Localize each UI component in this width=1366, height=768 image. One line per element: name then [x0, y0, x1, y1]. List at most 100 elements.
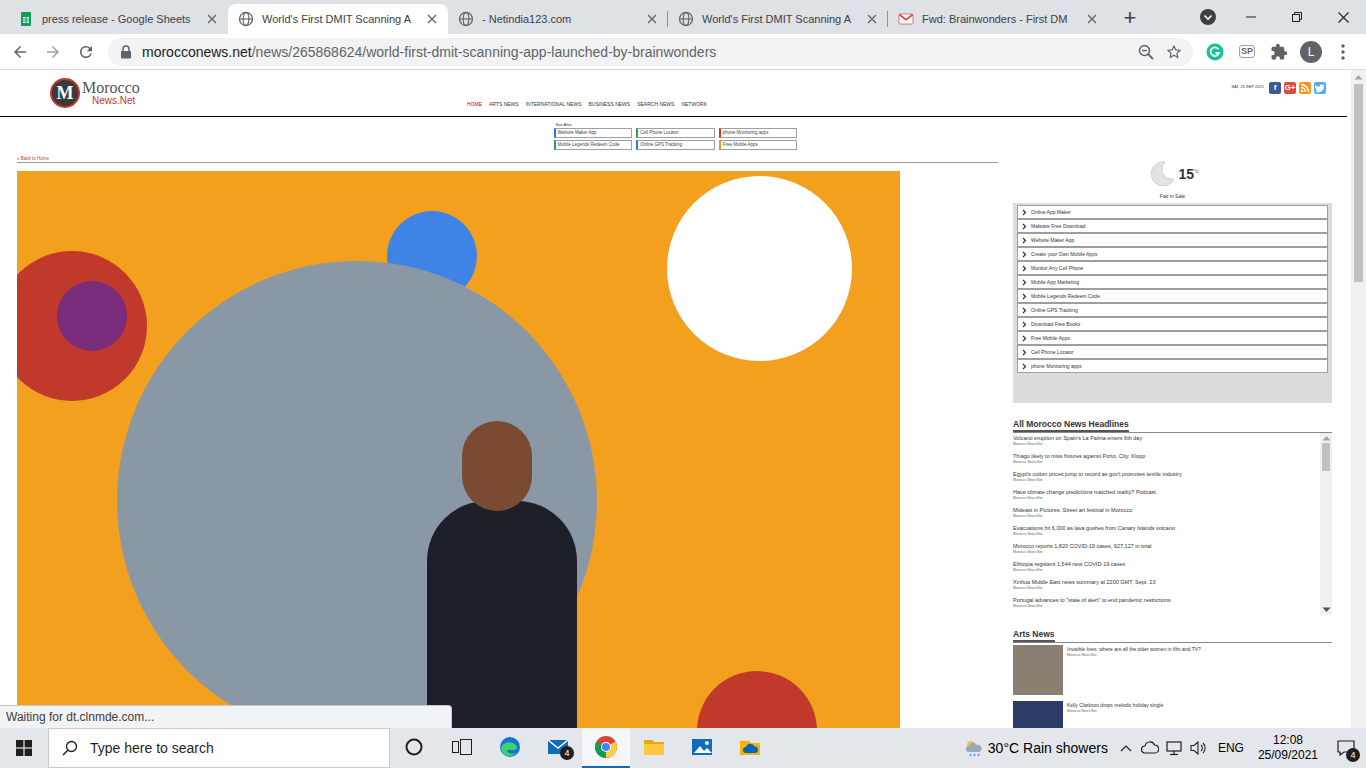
close-icon[interactable]	[1084, 11, 1100, 27]
headline-title[interactable]: Volcano eruption on Spain's La Palma ent…	[1013, 434, 1320, 442]
close-window-icon[interactable]	[1320, 0, 1366, 34]
headline-item[interactable]: Xinhua Middle East news summary at 2200 …	[1013, 578, 1320, 596]
see-also-link[interactable]: Website Maker App	[554, 128, 633, 138]
headline-title[interactable]: Portugal advances to "state of alert" to…	[1013, 596, 1320, 604]
taskbar-app[interactable]	[678, 728, 726, 768]
star-icon[interactable]	[1165, 43, 1183, 61]
arts-headline[interactable]: Invisible lives: where are all the older…	[1067, 646, 1201, 653]
social-button[interactable]	[1314, 82, 1326, 94]
language-indicator[interactable]: ENG	[1212, 741, 1250, 756]
back-link[interactable]: « Back to Home	[17, 156, 49, 162]
social-button[interactable]: G+	[1284, 82, 1296, 94]
scroll-thumb[interactable]	[1322, 443, 1330, 471]
ad-link[interactable]: Monitor Any Cell Phone	[1017, 261, 1328, 275]
network-icon[interactable]	[1162, 728, 1186, 768]
taskbar-app[interactable]	[582, 728, 630, 768]
onedrive-cloud-icon[interactable]	[1138, 728, 1162, 768]
ad-link[interactable]: Online GPS Tracking	[1017, 303, 1328, 317]
back-arrow-icon[interactable]	[6, 38, 34, 66]
browser-tab[interactable]: - Netindia123.com	[448, 4, 668, 34]
grammarly-icon[interactable]	[1201, 38, 1229, 66]
headline-item[interactable]: Mideast in Pictures: Street art festival…	[1013, 506, 1320, 524]
volume-icon[interactable]	[1186, 728, 1212, 768]
arts-item[interactable]: Kelly Clarkson drops melodic holiday sin…	[1013, 701, 1332, 728]
headline-item[interactable]: Volcano eruption on Spain's La Palma ent…	[1013, 434, 1320, 452]
reload-icon[interactable]	[72, 38, 100, 66]
nav-link[interactable]: ARTS NEWS	[489, 101, 519, 116]
nav-link[interactable]: HOME	[467, 101, 482, 116]
scroll-thumb[interactable]	[1354, 84, 1363, 282]
see-also-link[interactable]: Cell Phone Locator	[636, 128, 715, 138]
chevron-up-icon[interactable]	[1114, 728, 1138, 768]
scroll-up-icon[interactable]	[1322, 433, 1331, 443]
headlines-scrollbar[interactable]	[1320, 433, 1332, 615]
menu-icon[interactable]	[1329, 38, 1357, 66]
lock-icon[interactable]	[120, 45, 132, 59]
social-button[interactable]	[1299, 82, 1311, 94]
windows-start-icon[interactable]	[0, 728, 48, 768]
nav-link[interactable]: NETWORK	[681, 101, 707, 116]
profile-button[interactable]: L	[1297, 38, 1325, 66]
close-icon[interactable]	[644, 11, 660, 27]
taskbar-search[interactable]: Type here to search	[48, 728, 390, 768]
arts-item[interactable]: Invisible lives: where are all the older…	[1013, 645, 1332, 695]
headline-title[interactable]: Thiago likely to miss fixtures against P…	[1013, 452, 1320, 460]
taskbar-app[interactable]	[390, 728, 438, 768]
browser-tab[interactable]: World's First DMIT Scanning A	[228, 4, 448, 34]
see-also-link[interactable]: Free Mobile Apps	[719, 140, 798, 150]
see-also-link[interactable]: Online GPS Tracking	[636, 140, 715, 150]
ad-link[interactable]: Free Mobile Apps	[1017, 331, 1328, 345]
headline-item[interactable]: Evacuations hit 6,000 as lava gushes fro…	[1013, 524, 1320, 542]
taskbar-app[interactable]	[438, 728, 486, 768]
ad-link[interactable]: Online App Maker	[1017, 205, 1328, 219]
taskbar-app[interactable]: 4	[534, 728, 582, 768]
browser-tab[interactable]: Fwd: Brainwonders - First DM	[888, 4, 1108, 34]
ad-link[interactable]: Website Maker App	[1017, 233, 1328, 247]
headline-title[interactable]: Egypt's cotton prices jump to record as …	[1013, 470, 1320, 478]
restore-icon[interactable]	[1274, 0, 1320, 34]
tab-search-icon[interactable]	[1188, 0, 1228, 34]
close-icon[interactable]	[424, 11, 440, 27]
taskbar-app[interactable]	[486, 728, 534, 768]
see-also-link[interactable]: phone Monitoring apps	[719, 128, 798, 138]
url-text[interactable]: morocconews.net/news/265868624/world-fir…	[142, 43, 1127, 61]
nav-link[interactable]: INTERNATIONAL NEWS	[526, 101, 582, 116]
page-scrollbar[interactable]	[1351, 70, 1366, 728]
arts-headline[interactable]: Kelly Clarkson drops melodic holiday sin…	[1067, 702, 1163, 709]
sp-extension[interactable]: SP	[1233, 38, 1261, 66]
taskbar-clock[interactable]: 12:0825/09/2021	[1250, 728, 1326, 768]
headline-item[interactable]: Egypt's cotton prices jump to record as …	[1013, 470, 1320, 488]
puzzle-icon[interactable]	[1265, 38, 1293, 66]
forward-arrow-icon[interactable]	[39, 38, 67, 66]
close-icon[interactable]	[864, 11, 880, 27]
headline-title[interactable]: Morocco reports 1,820 COVID-19 cases, 92…	[1013, 542, 1320, 550]
browser-tab[interactable]: World's First DMIT Scanning A	[668, 4, 888, 34]
taskbar-weather[interactable]: 30°CRain showers	[958, 728, 1114, 768]
taskbar-app[interactable]	[726, 728, 774, 768]
taskbar-app[interactable]	[630, 728, 678, 768]
headline-title[interactable]: Evacuations hit 6,000 as lava gushes fro…	[1013, 524, 1320, 532]
ad-link[interactable]: Download Free Books	[1017, 317, 1328, 331]
headline-title[interactable]: Have climate change predictions matched …	[1013, 488, 1320, 496]
new-tab-button[interactable]: +	[1118, 6, 1142, 30]
ad-link[interactable]: Malware Free Download	[1017, 219, 1328, 233]
headline-item[interactable]: Ethiopia registers 1,544 new COVID-19 ca…	[1013, 560, 1320, 578]
headline-item[interactable]: Morocco reports 1,820 COVID-19 cases, 92…	[1013, 542, 1320, 560]
see-also-link[interactable]: Mobile Legends Redeem Code	[554, 140, 633, 150]
ad-link[interactable]: Mobile Legends Redeem Code	[1017, 289, 1328, 303]
zoom-icon[interactable]	[1137, 43, 1155, 61]
headline-item[interactable]: Thiago likely to miss fixtures against P…	[1013, 452, 1320, 470]
ad-link[interactable]: Create your Own Mobile Apps	[1017, 247, 1328, 261]
headline-item[interactable]: Have climate change predictions matched …	[1013, 488, 1320, 506]
browser-tab[interactable]: press release - Google Sheets	[8, 4, 228, 34]
address-bar[interactable]: morocconews.net/news/265868624/world-fir…	[108, 38, 1193, 66]
scroll-up-icon[interactable]	[1351, 70, 1366, 84]
ad-link[interactable]: Cell Phone Locator	[1017, 345, 1328, 359]
site-logo[interactable]: MMoroccoNews.Net	[0, 70, 467, 116]
ad-link[interactable]: Mobile App Marketing	[1017, 275, 1328, 289]
headline-item[interactable]: Portugal advances to "state of alert" to…	[1013, 596, 1320, 614]
notification-button[interactable]: 4	[1326, 728, 1366, 768]
nav-link[interactable]: BUSINESS NEWS	[588, 101, 630, 116]
close-icon[interactable]	[204, 11, 220, 27]
ad-link[interactable]: phone Monitoring apps	[1017, 359, 1328, 373]
